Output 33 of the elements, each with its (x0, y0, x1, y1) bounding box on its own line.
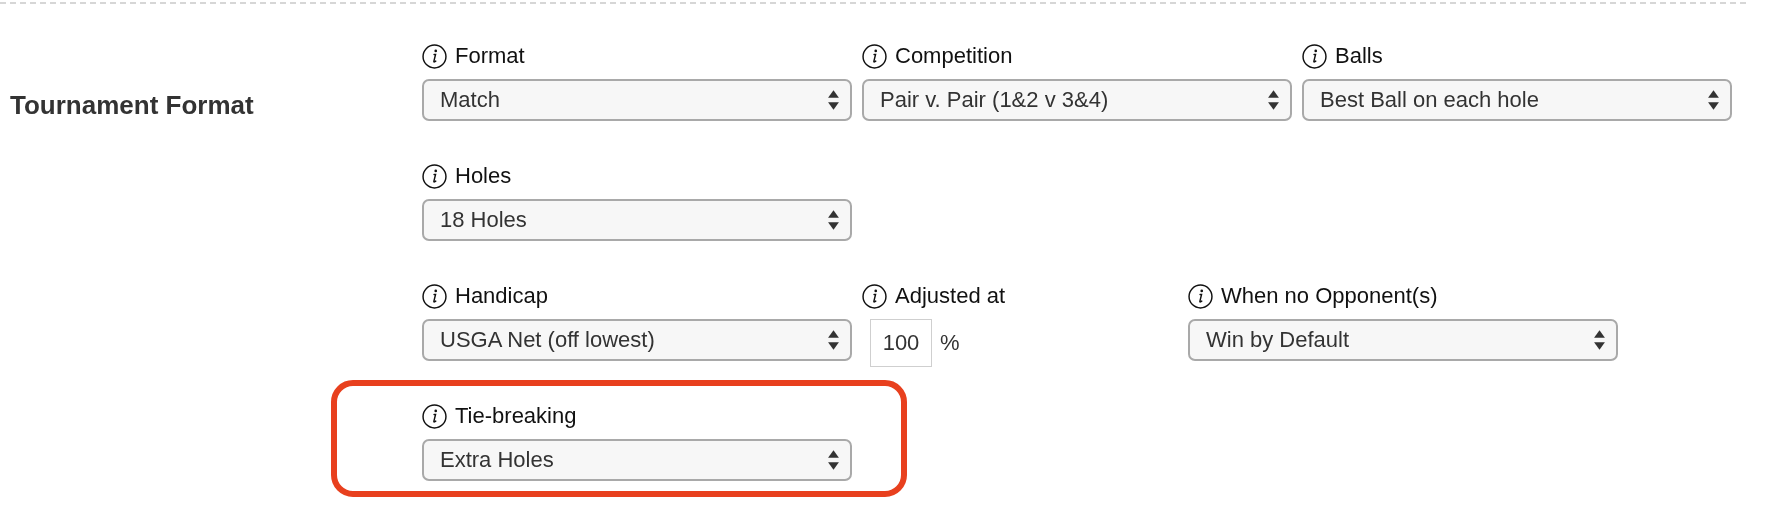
select-dropdown[interactable]: Win by Default (1188, 319, 1618, 361)
info-icon[interactable] (422, 283, 447, 309)
select-dropdown[interactable]: USGA Net (off lowest) (422, 319, 852, 361)
select-dropdown[interactable]: Pair v. Pair (1&2 v 3&4) (862, 79, 1292, 121)
info-icon[interactable] (862, 43, 887, 69)
field-label: Adjusted at (895, 283, 1006, 309)
field-label: Format (455, 43, 525, 69)
select-dropdown[interactable]: Extra Holes (422, 439, 852, 481)
up-down-arrows-icon (1593, 329, 1606, 351)
select-dropdown[interactable]: Best Ball on each hole (1302, 79, 1732, 121)
info-icon[interactable] (422, 163, 447, 189)
up-down-arrows-icon (827, 89, 840, 111)
field-label: When no Opponent(s) (1221, 283, 1438, 309)
info-icon[interactable] (422, 43, 447, 69)
info-icon[interactable] (862, 283, 887, 309)
field-label: Handicap (455, 283, 548, 309)
up-down-arrows-icon (1267, 89, 1280, 111)
field-label: Balls (1335, 43, 1383, 69)
info-icon[interactable] (1188, 283, 1213, 309)
field-label: Holes (455, 163, 512, 189)
number-input[interactable]: 100 (870, 319, 932, 367)
up-down-arrows-icon (1707, 89, 1720, 111)
field-label: Tie-breaking (455, 403, 577, 429)
info-icon[interactable] (1302, 43, 1327, 69)
up-down-arrows-icon (827, 449, 840, 471)
info-icon[interactable] (422, 403, 447, 429)
select-dropdown[interactable]: Match (422, 79, 852, 121)
section-title: Tournament Format (10, 90, 254, 120)
up-down-arrows-icon (827, 329, 840, 351)
unit-label: % (940, 330, 960, 356)
field-label: Competition (895, 43, 1013, 69)
up-down-arrows-icon (827, 209, 840, 231)
select-dropdown[interactable]: 18 Holes (422, 199, 852, 241)
